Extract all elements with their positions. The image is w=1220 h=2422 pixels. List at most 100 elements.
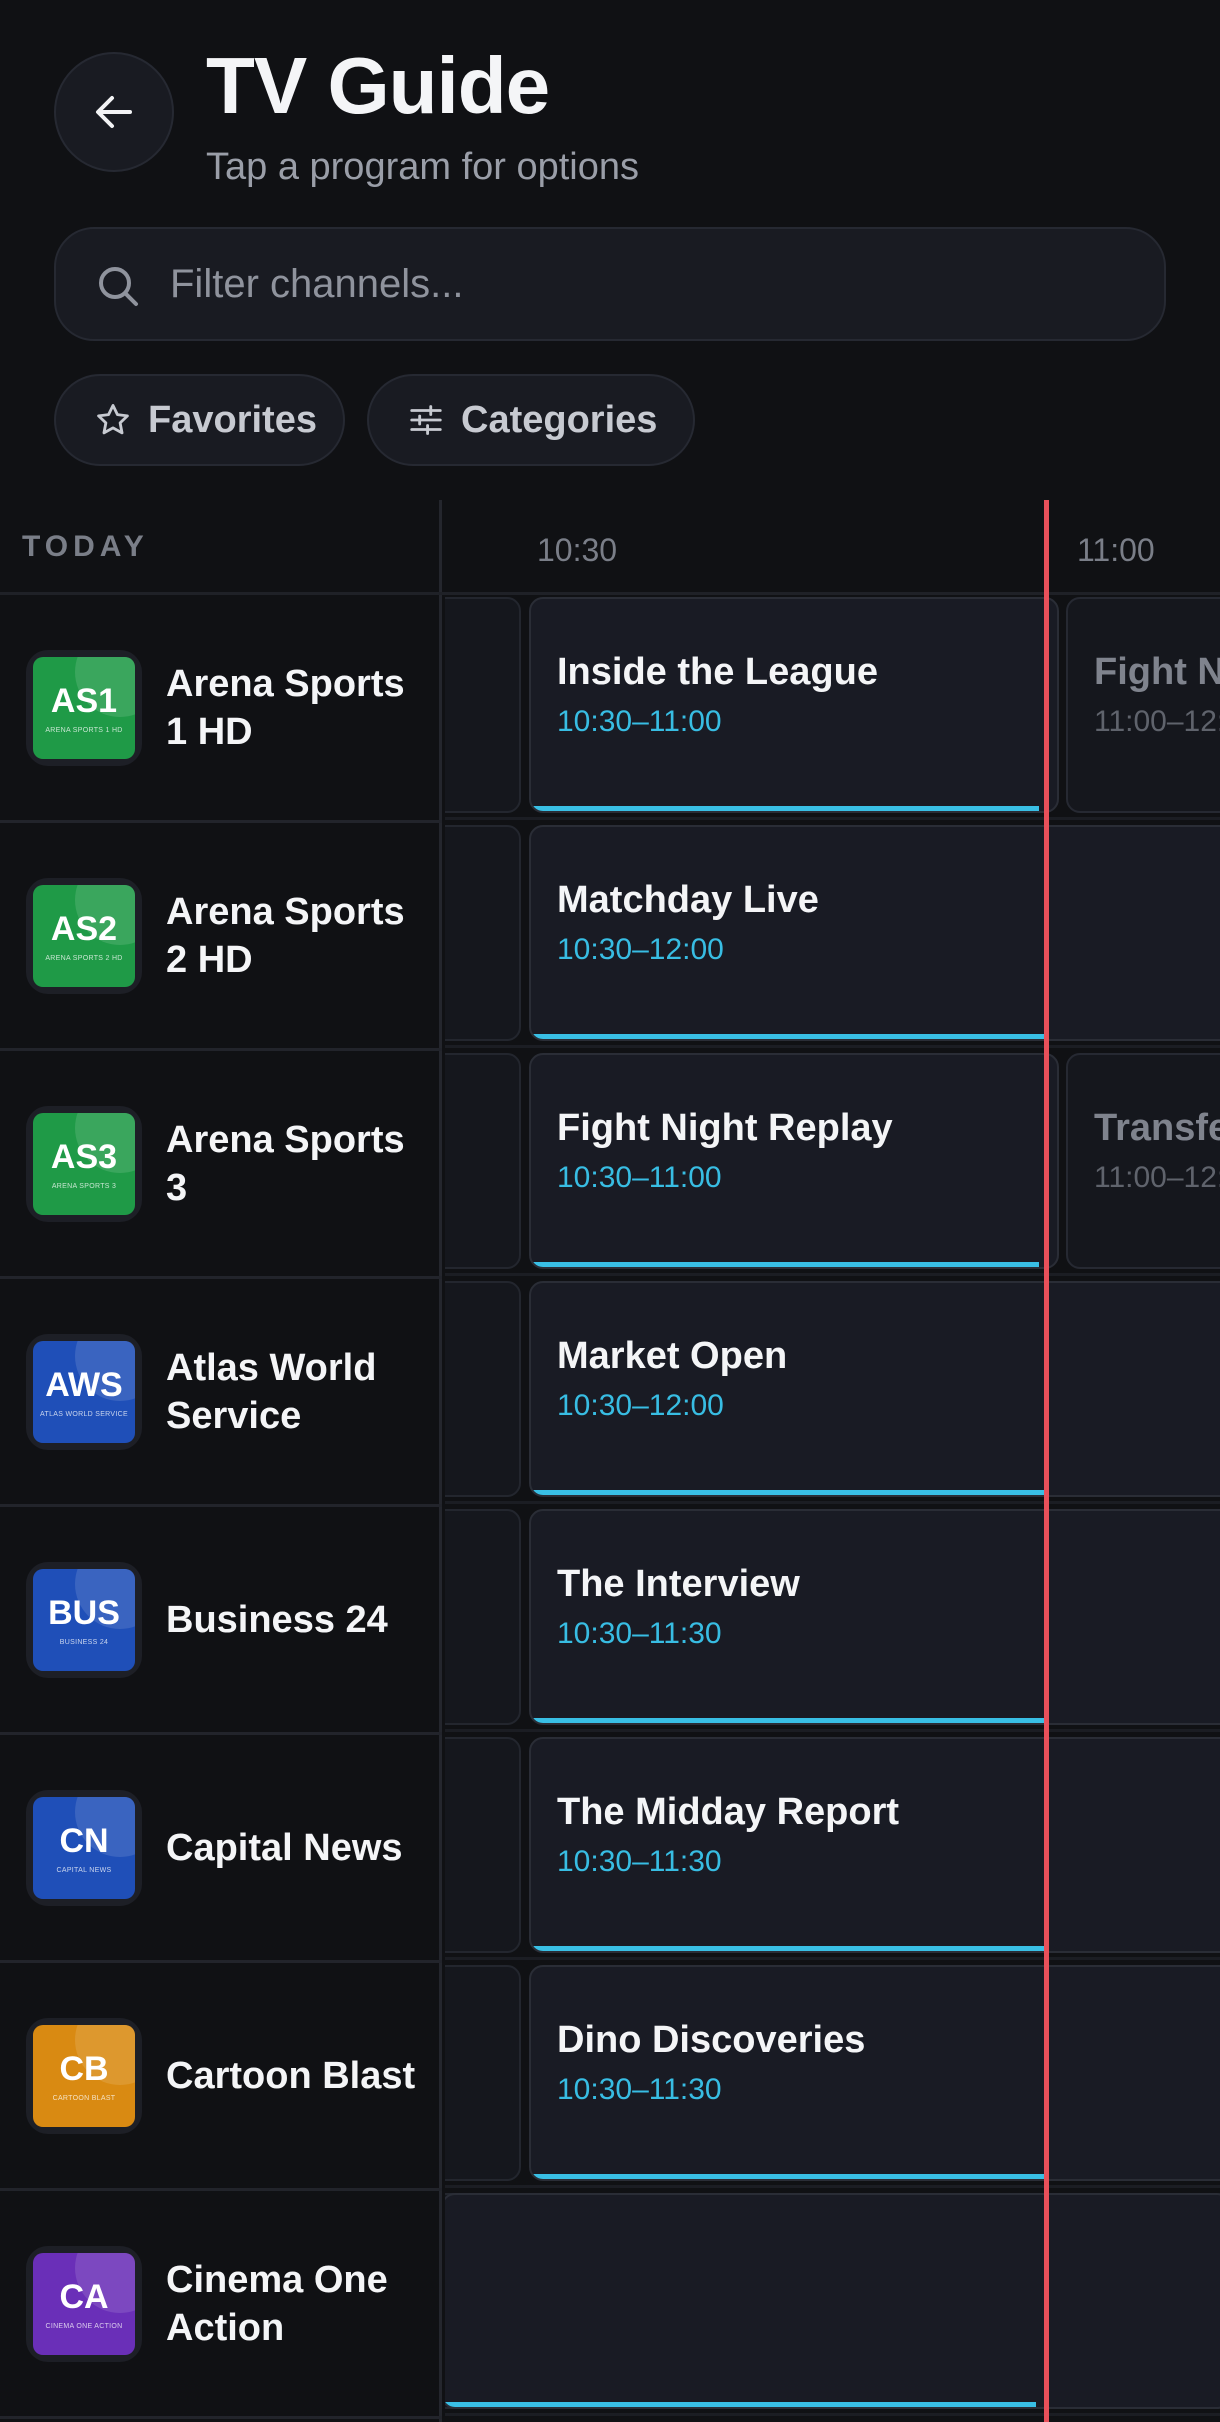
day-label: TODAY bbox=[22, 530, 149, 563]
program-cell[interactable]: Dino Discoveries 10:30–11:30 bbox=[529, 1965, 1220, 2181]
program-cell[interactable]: Inside the League 10:30–11:00 bbox=[529, 597, 1059, 813]
channel-row[interactable]: CA CINEMA ONE ACTION Cinema One Action bbox=[0, 2191, 442, 2419]
next-program-cell[interactable]: Transfer Talk 11:00–12:00 bbox=[1066, 1053, 1220, 1269]
next-program-cell[interactable]: Fight Night Replay 11:00–12:00 bbox=[1066, 597, 1220, 813]
row-divider bbox=[445, 2413, 1220, 2416]
channel-logo-abbr: AWS bbox=[45, 1365, 123, 1404]
program-time: 10:30–11:30 bbox=[557, 1617, 722, 1650]
channel-row[interactable]: BUS BUSINESS 24 Business 24 bbox=[0, 1507, 442, 1735]
program-cell[interactable]: Fight Night Replay 10:30–11:00 bbox=[529, 1053, 1059, 1269]
previous-program-cell[interactable] bbox=[445, 1509, 521, 1725]
star-icon bbox=[94, 401, 132, 439]
channel-name: Cinema One Action bbox=[166, 2258, 388, 2349]
channel-logo-abbr: AS1 bbox=[50, 681, 118, 720]
channel-logo-text: CARTOON BLAST bbox=[52, 2094, 116, 2102]
arrow-left-icon bbox=[96, 96, 132, 128]
previous-program-cell[interactable] bbox=[445, 1053, 521, 1269]
search-bar bbox=[54, 227, 1166, 341]
program-title: Market Open bbox=[557, 1335, 788, 1377]
channel-name: Capital News bbox=[166, 1826, 403, 1869]
favorites-filter-button[interactable]: Favorites bbox=[54, 374, 345, 466]
channel-logo-abbr: AS3 bbox=[50, 1137, 118, 1176]
previous-program-cell[interactable] bbox=[445, 597, 521, 813]
program-progress-bar bbox=[531, 1490, 1047, 1495]
header-divider bbox=[0, 592, 1220, 595]
row-divider bbox=[445, 2185, 1220, 2188]
channel-name: Arena Sports 3 bbox=[166, 1118, 405, 1209]
channel-logo-text: CAPITAL NEWS bbox=[56, 1866, 112, 1874]
channel-name: Cartoon Blast bbox=[166, 2054, 416, 2097]
search-icon bbox=[99, 267, 138, 306]
program-progress-bar bbox=[531, 806, 1039, 811]
program-cell[interactable]: The Interview 10:30–11:30 bbox=[529, 1509, 1220, 1725]
row-divider bbox=[445, 817, 1220, 820]
time-label-1030: 10:30 bbox=[537, 532, 618, 568]
program-cell[interactable] bbox=[445, 2193, 1220, 2409]
channel-row[interactable]: CN CAPITAL NEWS Capital News bbox=[0, 1735, 442, 1963]
previous-program-cell[interactable] bbox=[445, 825, 521, 1041]
channel-column: TODAY AS1 ARENA SPORTS 1 HD Arena Sports 1… bbox=[0, 500, 442, 2422]
program-time: 10:30–12:00 bbox=[557, 1389, 724, 1422]
channel-logo-image: CA CINEMA ONE ACTION bbox=[33, 2252, 135, 2355]
channel-name: Arena Sports 1 HD bbox=[166, 662, 405, 753]
program-progress-bar bbox=[531, 1262, 1039, 1267]
search-input[interactable] bbox=[170, 229, 1130, 339]
row-divider bbox=[445, 1273, 1220, 1276]
previous-program-cell[interactable] bbox=[445, 1737, 521, 1953]
channel-logo-image: CB CARTOON BLAST bbox=[33, 2024, 135, 2127]
previous-program-cell[interactable] bbox=[445, 1965, 521, 2181]
channel-logo-abbr: AS2 bbox=[50, 909, 118, 948]
channel-logo-abbr: CB bbox=[59, 2049, 109, 2088]
channel-row[interactable]: AS1 ARENA SPORTS 1 HD Arena Sports 1 HD bbox=[0, 595, 442, 823]
next-program-title: Transfer Talk bbox=[1094, 1107, 1220, 1149]
program-title: Fight Night Replay bbox=[557, 1107, 893, 1149]
page-subtitle: Tap a program for options bbox=[206, 146, 640, 188]
row-divider bbox=[445, 1501, 1220, 1504]
next-program-title: Fight Night Replay bbox=[1094, 651, 1220, 693]
row-divider bbox=[445, 1729, 1220, 1732]
channel-logo: AWS ATLAS WORLD SERVICE bbox=[26, 1333, 142, 1450]
channel-logo-text: ARENA SPORTS 3 bbox=[51, 1182, 117, 1190]
channel-logo: CB CARTOON BLAST bbox=[26, 2017, 142, 2134]
channel-logo-abbr: BUS bbox=[48, 1593, 120, 1632]
program-progress-bar bbox=[445, 2402, 1036, 2407]
channel-logo-text: ARENA SPORTS 2 HD bbox=[45, 954, 123, 962]
channel-row[interactable]: CB CARTOON BLAST Cartoon Blast bbox=[0, 1963, 442, 2191]
previous-program-cell[interactable] bbox=[445, 1281, 521, 1497]
channel-name: Arena Sports 2 HD bbox=[166, 890, 405, 981]
current-time-indicator bbox=[1044, 500, 1049, 2422]
categories-label: Categories bbox=[461, 398, 658, 441]
channel-logo-image: AS3 ARENA SPORTS 3 bbox=[33, 1112, 135, 1215]
program-progress-bar bbox=[531, 2174, 1047, 2179]
channel-logo-text: ARENA SPORTS 1 HD bbox=[45, 726, 123, 734]
program-cell[interactable]: The Midday Report 10:30–11:30 bbox=[529, 1737, 1220, 1953]
program-time: 10:30–11:00 bbox=[557, 705, 722, 738]
row-divider bbox=[445, 1957, 1220, 1960]
channel-logo-image: BUS BUSINESS 24 bbox=[33, 1568, 135, 1671]
tv-guide-screen: TV Guide Tap a program for options Favor… bbox=[0, 0, 1220, 2422]
categories-filter-button[interactable]: Categories bbox=[367, 374, 695, 466]
channel-logo-abbr: CN bbox=[59, 1821, 109, 1860]
program-time: 10:30–11:30 bbox=[557, 1845, 722, 1878]
time-label-1100: 11:00 bbox=[1077, 532, 1155, 568]
channel-logo-image: AS2 ARENA SPORTS 2 HD bbox=[33, 884, 135, 987]
row-divider bbox=[445, 1045, 1220, 1048]
program-progress-bar bbox=[531, 1034, 1047, 1039]
timeline[interactable]: 10:30 11:00 Inside the League 10:30–11:00… bbox=[445, 500, 1220, 2422]
channel-row[interactable]: AS2 ARENA SPORTS 2 HD Arena Sports 2 HD bbox=[0, 823, 442, 1051]
page-title: TV Guide bbox=[206, 41, 550, 130]
channel-logo-image: CN CAPITAL NEWS bbox=[33, 1796, 135, 1899]
program-cell[interactable]: Matchday Live 10:30–12:00 bbox=[529, 825, 1220, 1041]
program-time: 10:30–11:30 bbox=[557, 2073, 722, 2106]
guide-grid: TODAY AS1 ARENA SPORTS 1 HD Arena Sports 1… bbox=[0, 500, 1220, 2422]
channel-name: Atlas World Service bbox=[166, 1346, 377, 1437]
program-title: Dino Discoveries bbox=[557, 2019, 866, 2061]
channel-logo: AS1 ARENA SPORTS 1 HD bbox=[26, 649, 142, 766]
channel-logo: CN CAPITAL NEWS bbox=[26, 1789, 142, 1906]
back-button[interactable] bbox=[54, 52, 174, 172]
channel-logo: BUS BUSINESS 24 bbox=[26, 1561, 142, 1678]
channel-row[interactable]: AWS ATLAS WORLD SERVICE Atlas World Servic… bbox=[0, 1279, 442, 1507]
channel-row[interactable]: AS3 ARENA SPORTS 3 Arena Sports 3 bbox=[0, 1051, 442, 1279]
channel-logo-text: BUSINESS 24 bbox=[59, 1638, 109, 1646]
program-cell[interactable]: Market Open 10:30–12:00 bbox=[529, 1281, 1220, 1497]
